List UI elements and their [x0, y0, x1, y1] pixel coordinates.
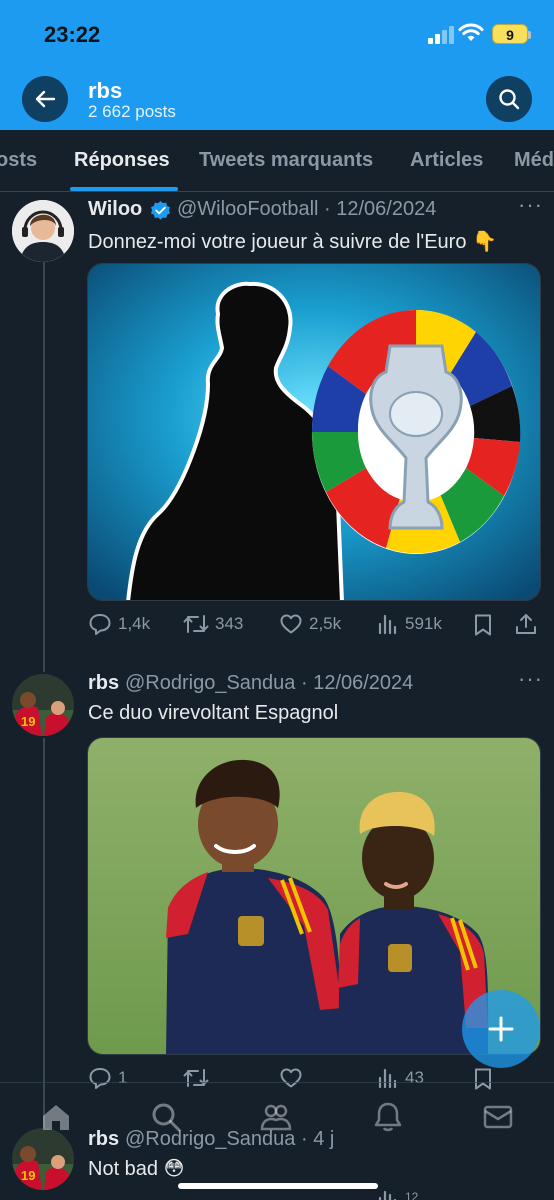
active-tab-indicator — [70, 187, 178, 191]
profile-tabs: osts Réponses Tweets marquants Articles … — [0, 130, 554, 192]
messages-icon[interactable] — [482, 1101, 514, 1133]
tweet-image[interactable] — [87, 263, 541, 601]
compose-button[interactable] — [462, 990, 540, 1068]
thread-connector — [43, 738, 45, 1128]
retweet-icon — [183, 615, 209, 633]
home-indicator — [178, 1183, 378, 1189]
tab-articles[interactable]: Articles — [410, 149, 483, 172]
author-handle[interactable]: @WilooFootball · 12/06/2024 — [177, 198, 436, 221]
like-count: 2,5k — [309, 614, 342, 633]
svg-text:19: 19 — [21, 1168, 35, 1183]
views-button[interactable]: 12 — [377, 1190, 418, 1200]
tweet-text: Ce duo virevoltant Espagnol — [88, 702, 339, 724]
thread-connector — [43, 262, 45, 672]
views-chart-icon — [378, 1190, 397, 1200]
share-icon[interactable] — [514, 612, 538, 636]
plus-icon — [488, 1016, 514, 1042]
retweet-button[interactable]: 343 — [183, 612, 243, 636]
retweet-count: 343 — [215, 614, 244, 633]
more-options-icon[interactable]: ··· — [518, 666, 543, 692]
like-button[interactable]: 2,5k — [279, 612, 341, 636]
heart-icon — [280, 614, 302, 634]
author-name[interactable]: Wiloo — [88, 198, 142, 221]
cellular-signal-icon — [428, 26, 454, 44]
arrow-left-icon — [35, 90, 56, 108]
views-count: 12 — [405, 1190, 419, 1200]
posts-count: 2 662 posts — [88, 102, 176, 121]
back-button[interactable] — [22, 76, 68, 122]
bell-icon[interactable] — [372, 1101, 404, 1133]
views-count: 591k — [405, 614, 442, 633]
tab-replies[interactable]: Réponses — [74, 149, 170, 172]
battery-icon: 9 — [492, 24, 531, 44]
euro-silhouette-image — [88, 264, 540, 600]
more-options-icon[interactable]: ··· — [518, 192, 543, 218]
home-icon[interactable] — [40, 1101, 72, 1133]
communities-icon[interactable] — [260, 1101, 292, 1133]
bookmark-icon[interactable] — [472, 613, 494, 637]
tab-media[interactable]: Méd — [514, 149, 554, 172]
reply-icon — [89, 614, 111, 635]
reply-count: 1,4k — [118, 614, 151, 633]
svg-text:19: 19 — [21, 714, 35, 729]
tweet-text: Donnez-moi votre joueur à suivre de l'Eu… — [88, 231, 497, 253]
author-handle[interactable]: @Rodrigo_Sandua · 12/06/2024 — [125, 672, 413, 695]
status-time: 23:22 — [44, 22, 101, 47]
views-chart-icon — [378, 614, 397, 635]
verified-badge-icon — [150, 200, 171, 220]
reply-button[interactable]: 1,4k — [88, 612, 150, 636]
wifi-icon — [458, 23, 484, 41]
tab-posts[interactable]: osts — [0, 149, 37, 172]
views-button[interactable]: 591k — [377, 612, 442, 636]
tab-highlights[interactable]: Tweets marquants — [199, 149, 373, 172]
profile-name: rbs — [88, 78, 123, 103]
header-bar: 23:22 9 rbs 2 662 posts — [0, 0, 554, 130]
search-icon — [499, 89, 520, 110]
avatar[interactable]: 19 — [12, 674, 74, 736]
tweet-text: Not bad 😳 — [88, 1158, 185, 1180]
bottom-tab-bar — [0, 1082, 554, 1152]
search-button[interactable] — [486, 76, 532, 122]
author-name[interactable]: rbs — [88, 672, 119, 695]
avatar[interactable] — [12, 200, 74, 262]
search-icon[interactable] — [150, 1101, 182, 1133]
